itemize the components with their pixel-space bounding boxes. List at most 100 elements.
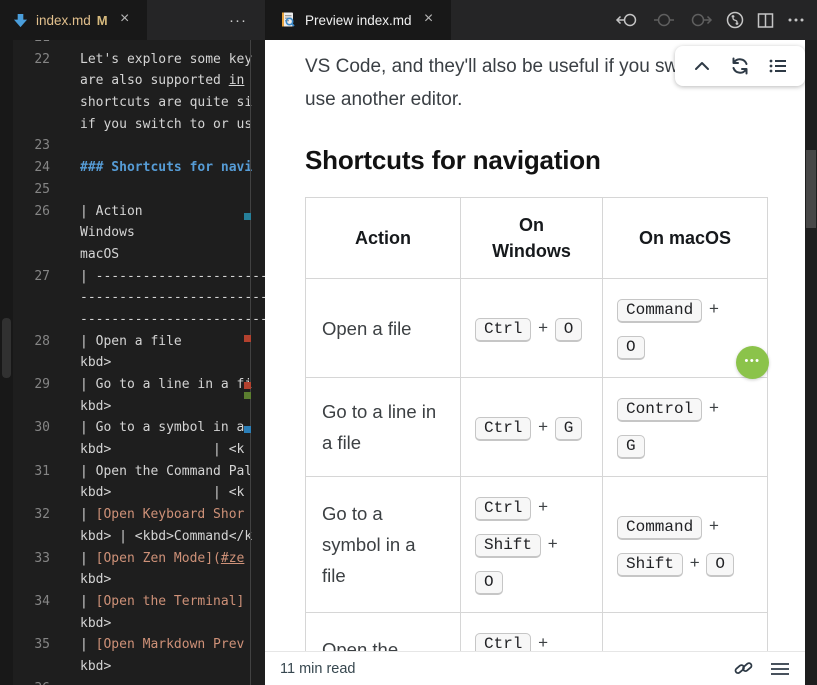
editor-tab-group: index.md M × ··· [0,0,265,40]
line-number [13,287,50,309]
code-row[interactable]: kbd> [13,613,265,635]
code-token: [Open Markdown Prev [96,637,245,652]
code-text: -------------------------- [50,309,265,331]
modified-badge: M [97,13,108,28]
code-row[interactable]: 25 [13,179,265,201]
code-text: | [Open the Terminal] [50,591,244,613]
tab-preview-index-md[interactable]: Preview index.md × [266,0,451,40]
action-cell: Open a file [306,279,461,378]
editor-group-more-actions[interactable]: ··· [229,12,247,29]
code-row[interactable]: 22Let's explore some key [13,49,265,71]
code-row[interactable]: 30| Go to a symbol in a [13,417,265,439]
code-row[interactable]: kbd> | <k [13,482,265,504]
code-row[interactable]: -------------------------- [13,287,265,309]
code-token: kbd> [80,616,111,631]
change-node-icon[interactable] [652,12,676,28]
toc-list-icon[interactable] [767,55,789,77]
code-token: | Action [80,204,143,219]
code-row[interactable]: macOS [13,244,265,266]
code-row[interactable]: 24### Shortcuts for navi [13,157,265,179]
code-text: | [Open Keyboard Shor [50,504,244,526]
code-row[interactable]: kbd> [13,396,265,418]
scrollbar-thumb[interactable] [806,150,816,228]
code-row[interactable]: 28| Open a file [13,331,265,353]
more-actions-icon[interactable] [787,12,805,28]
code-token: | [80,594,96,609]
code-row[interactable]: 21- [13,40,265,49]
preview-content: VS Code, and they'll also be useful if y… [305,40,805,685]
code-row[interactable]: kbd> | <kbd>Command</k [13,526,265,548]
link-icon[interactable] [733,658,754,679]
code-token: shortcuts are quite si [80,95,252,110]
tab-index-md[interactable]: index.md M × [0,0,147,40]
markdown-editor-pane[interactable]: 21-22Let's explore some keyare also supp… [0,40,265,685]
key-separator: + [704,398,719,417]
code-row[interactable]: -------------------------- [13,309,265,331]
line-number [13,482,50,504]
code-row[interactable]: 23 [13,135,265,157]
code-row[interactable]: Windows [13,222,265,244]
code-row[interactable]: 26| Action [13,201,265,223]
line-number: 36 [13,678,50,685]
code-text [50,135,80,157]
code-row[interactable]: 27| ------------------------ [13,266,265,288]
kbd-key: Control [617,398,702,422]
refresh-icon[interactable] [729,55,751,77]
shortcut-keys-cell: Ctrl + G [461,378,603,477]
code-row[interactable]: 36 [13,678,265,685]
code-text: | Go to a symbol in a [50,417,244,439]
navigate-forward-icon[interactable] [689,12,713,28]
close-tab-icon[interactable]: × [420,11,438,29]
code-text: | Open a file [50,331,182,353]
preview-floating-toolbar [675,46,805,86]
code-row[interactable]: kbd> [13,352,265,374]
code-text: kbd> [50,569,111,591]
menu-hamburger-icon[interactable] [770,661,790,677]
code-row[interactable]: are also supported in [13,70,265,92]
code-text: | [Open Zen Mode](#ze [50,548,244,570]
code-row[interactable]: 32| [Open Keyboard Shor [13,504,265,526]
code-token: -------------------------- [80,290,265,305]
ellipsis-dots: ••• [744,356,760,366]
action-cell: Go to a line in a file [306,378,461,477]
editor-code[interactable]: 21-22Let's explore some keyare also supp… [13,40,265,685]
code-row[interactable]: kbd> [13,656,265,678]
kbd-key: Ctrl [475,497,531,521]
code-row[interactable]: 34| [Open the Terminal] [13,591,265,613]
shortcut-keys-cell: Control + G [603,378,768,477]
code-text: are also supported in [50,70,244,92]
code-token: kbd> [80,572,111,587]
code-row[interactable]: kbd> [13,569,265,591]
editor-title-actions [615,0,817,40]
line-number: 22 [13,49,50,71]
shortcut-keys-cell: Command + Shift + O [603,477,768,613]
code-token: | [80,551,96,566]
code-row[interactable]: kbd> | <k [13,439,265,461]
code-row[interactable]: 35| [Open Markdown Prev [13,634,265,656]
floating-more-options-button[interactable]: ••• [736,346,769,379]
table-header-row: Action On Windows On macOS [306,198,768,279]
line-number [13,222,50,244]
navigate-back-icon[interactable] [615,12,639,28]
split-editor-icon[interactable] [757,12,774,29]
code-row[interactable]: 29| Go to a line in a fi [13,374,265,396]
tab-title: index.md [36,13,91,28]
kbd-key: G [617,435,645,459]
code-row[interactable]: if you switch to or us [13,114,265,136]
code-row[interactable]: 31| Open the Command Pal [13,461,265,483]
scrollbar-thumb[interactable] [2,318,11,378]
code-text [50,179,80,201]
code-row[interactable]: shortcuts are quite si [13,92,265,114]
preview-scrollbar[interactable] [805,40,817,685]
line-number: 32 [13,504,50,526]
key-separator: + [543,534,558,553]
editor-left-scrollbar[interactable] [0,40,13,685]
code-row[interactable]: 33| [Open Zen Mode](#ze [13,548,265,570]
chevron-up-icon[interactable] [691,55,713,77]
code-token: kbd> [80,399,111,414]
close-tab-icon[interactable]: × [116,11,134,29]
line-number [13,526,50,548]
key-separator: + [533,417,552,436]
source-control-icon[interactable] [726,11,744,29]
code-token: [Open Keyboard Shor [96,507,245,522]
